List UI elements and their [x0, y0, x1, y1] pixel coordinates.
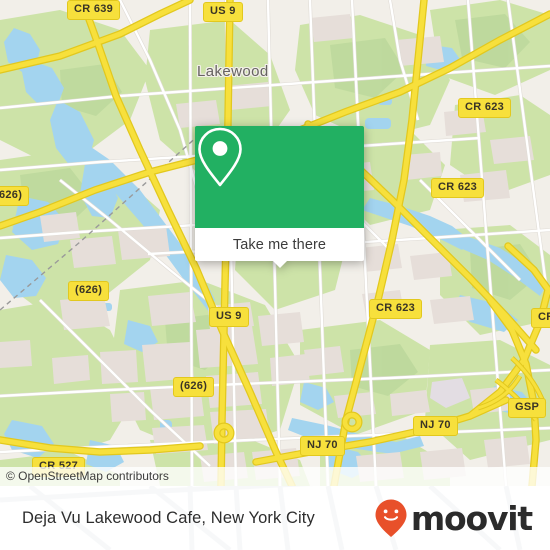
moovit-pin-smiley-icon	[375, 499, 407, 537]
footer-bar: Deja Vu Lakewood Cafe, New York City moo…	[0, 486, 550, 550]
shield-cr-edge[interactable]: CR	[531, 308, 550, 328]
location-title: Deja Vu Lakewood Cafe, New York City	[22, 508, 315, 527]
openstreetmap-attribution[interactable]: © OpenStreetMap contributors	[0, 467, 550, 486]
shield-cr-623-se[interactable]: CR 623	[369, 299, 423, 319]
footer-content: Deja Vu Lakewood Cafe, New York City moo…	[0, 486, 550, 550]
shield-nj-70-west[interactable]: NJ 70	[300, 436, 345, 456]
popup-action-bar[interactable]: Take me there	[195, 228, 364, 268]
shield-nj-70-east[interactable]: NJ 70	[413, 416, 458, 436]
shield-us-9-mid[interactable]: US 9	[209, 307, 249, 327]
map-pin-icon	[198, 127, 242, 187]
shield-626-west[interactable]: (626)	[0, 186, 30, 206]
moovit-wordmark: moovit	[410, 498, 533, 538]
map-canvas[interactable]: Lakewood CR 639 US 9 CR 623 CR 623 (626)…	[0, 0, 550, 486]
location-popup[interactable]: Take me there	[195, 126, 364, 268]
shield-us-9-top[interactable]: US 9	[203, 2, 243, 22]
moovit-logo[interactable]: moovit	[374, 498, 533, 538]
map-screenshot-page: Lakewood CR 639 US 9 CR 623 CR 623 (626)…	[0, 0, 550, 550]
popup-image-panel	[195, 126, 364, 228]
shield-626-south[interactable]: (626)	[173, 377, 215, 397]
take-me-there-button[interactable]: Take me there	[233, 237, 326, 253]
shield-cr-623-e[interactable]: CR 623	[431, 178, 485, 198]
popup-pointer-tail	[271, 260, 288, 268]
shield-gsp[interactable]: GSP	[508, 398, 547, 418]
place-label-lakewood: Lakewood	[197, 63, 269, 80]
shield-626-mid[interactable]: (626)	[68, 281, 110, 301]
shield-cr-623-ne[interactable]: CR 623	[458, 98, 512, 118]
shield-cr-639[interactable]: CR 639	[67, 0, 121, 20]
